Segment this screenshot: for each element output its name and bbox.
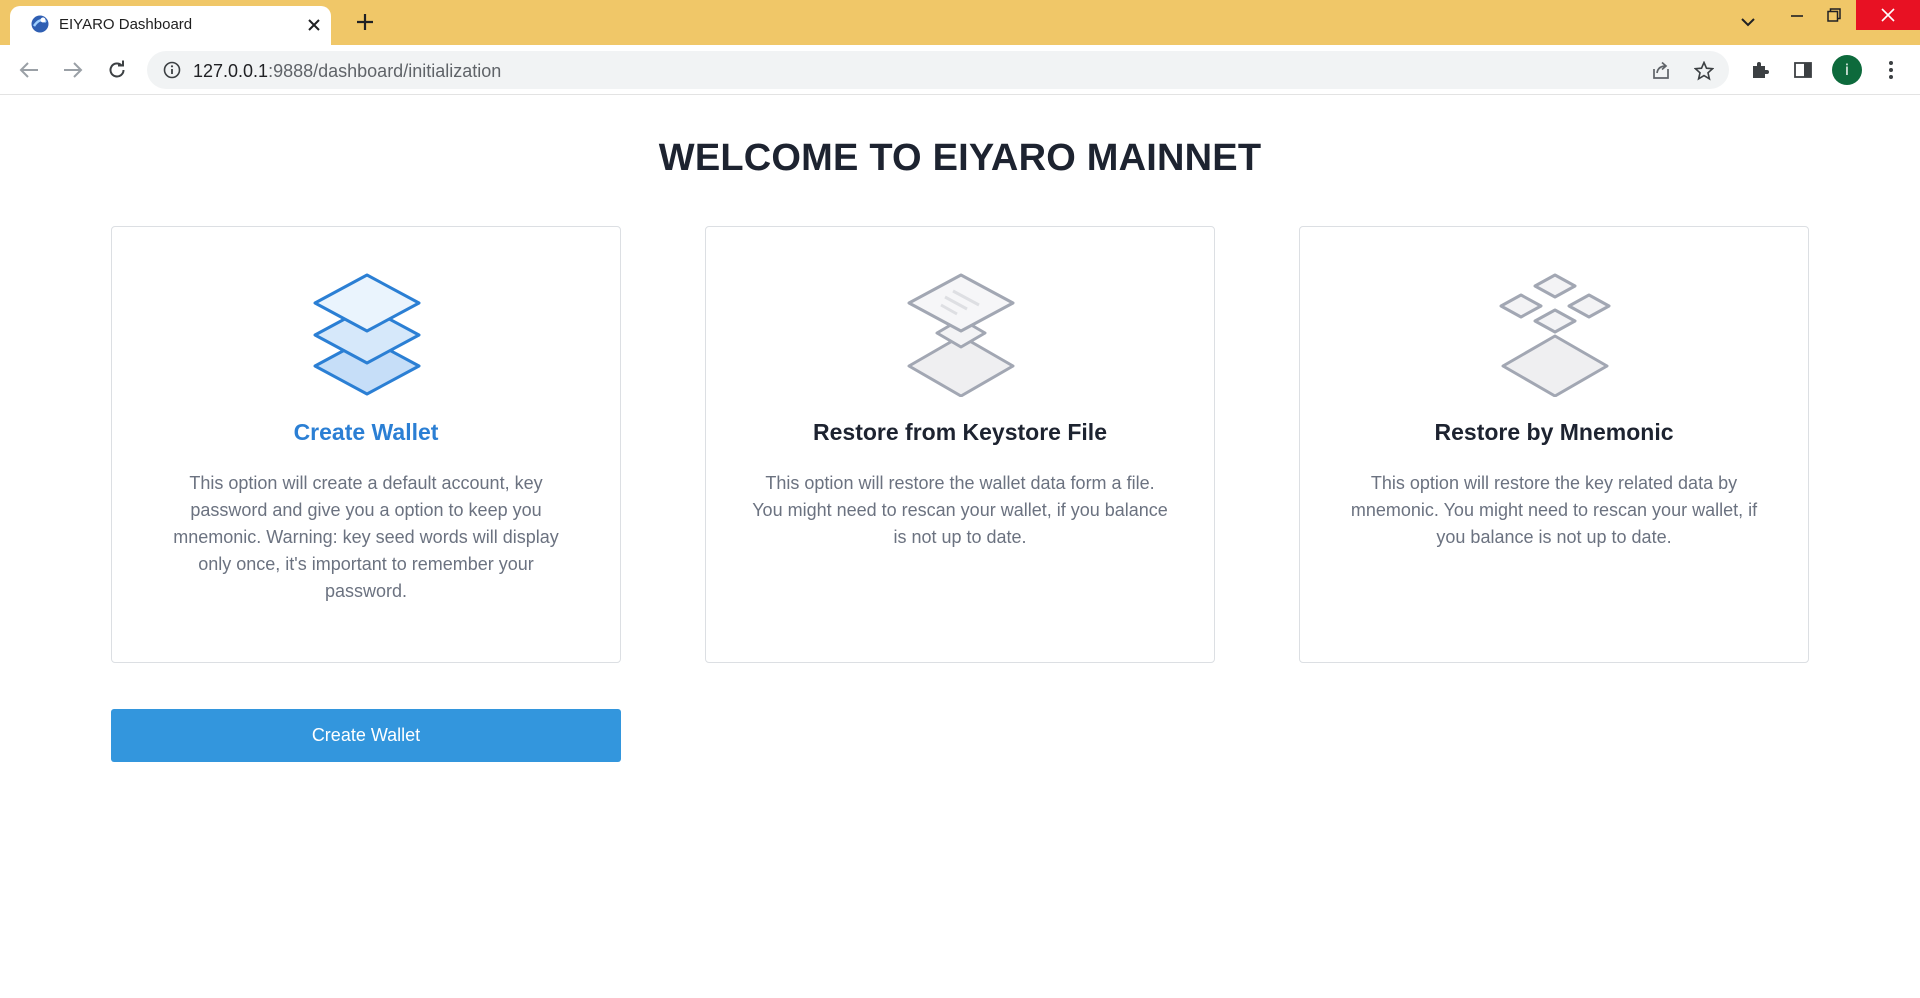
tab-strip: EIYARO Dashboard [0,0,1920,45]
url-text[interactable]: 127.0.0.1:9888/dashboard/initialization [193,61,501,82]
reload-icon[interactable] [103,56,131,84]
card-description: This option will restore the wallet data… [752,473,1168,547]
card-title: Create Wallet [293,419,439,445]
card-title: Restore by Mnemonic [1434,419,1674,445]
extensions-puzzle-icon[interactable] [1748,58,1772,82]
site-info-icon[interactable] [162,60,182,80]
card-description: This option will restore the key related… [1350,473,1758,547]
bookmark-star-icon[interactable] [1692,59,1716,83]
more-menu-icon[interactable] [1879,58,1903,82]
new-tab-icon[interactable] [353,10,377,34]
browser-toolbar: 127.0.0.1:9888/dashboard/initialization … [0,45,1920,95]
close-tab-icon[interactable] [304,15,324,35]
restore-mnemonic-card[interactable]: Restore by Mnemonic This option will res… [1299,226,1809,663]
create-wallet-button[interactable]: Create Wallet [111,709,621,762]
url-path: :9888/dashboard/initialization [268,61,502,81]
tab-search-chevron-icon[interactable] [1736,10,1760,34]
profile-avatar[interactable]: i [1832,55,1862,85]
page-title: WELCOME TO EIYARO MAINNET [658,137,1262,179]
share-icon[interactable] [1649,59,1673,83]
create-wallet-card[interactable]: Create Wallet This option will create a … [111,226,621,663]
back-arrow-icon[interactable] [15,56,43,84]
mnemonic-diamonds-icon [1499,273,1611,397]
restore-keystore-card[interactable]: Restore from Keystore File This option w… [705,226,1215,663]
tab-title: EIYARO Dashboard [59,16,193,33]
forward-arrow-icon[interactable] [59,56,87,84]
browser-tab[interactable]: EIYARO Dashboard [10,6,331,45]
eiyaro-favicon-icon [31,15,49,33]
layers-stack-icon [313,273,421,396]
side-panel-icon[interactable] [1791,58,1815,82]
url-host: 127.0.0.1 [193,61,269,81]
restore-window-icon[interactable] [1812,0,1856,30]
card-description: This option will create a default accoun… [173,473,559,601]
card-title: Restore from Keystore File [813,419,1107,445]
address-bar[interactable]: 127.0.0.1:9888/dashboard/initialization [147,51,1729,89]
close-window-icon[interactable] [1856,0,1920,30]
keystore-file-icon [907,273,1015,397]
